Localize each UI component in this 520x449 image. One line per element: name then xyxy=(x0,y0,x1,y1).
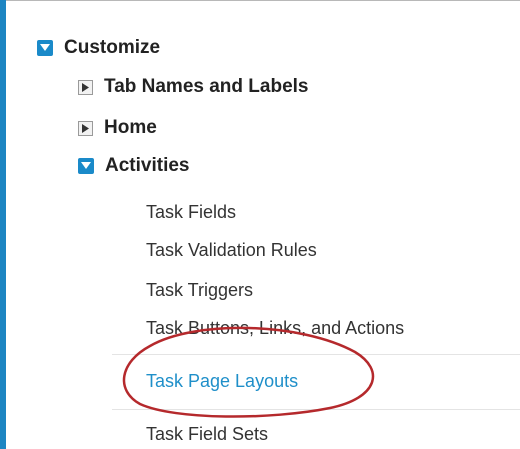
tree-item-task-triggers[interactable]: Task Triggers xyxy=(146,280,253,301)
top-divider xyxy=(0,0,520,1)
tree-item-task-fields[interactable]: Task Fields xyxy=(146,202,236,223)
tree-item-task-page-layouts[interactable]: Task Page Layouts xyxy=(146,371,298,392)
tree-item-task-buttons-links-actions[interactable]: Task Buttons, Links, and Actions xyxy=(146,318,404,339)
panel-left-border xyxy=(0,0,6,449)
tree-node-home[interactable]: Home xyxy=(78,117,157,139)
tree-node-customize[interactable]: Customize xyxy=(37,37,160,59)
tree-item-task-field-sets[interactable]: Task Field Sets xyxy=(146,424,268,445)
tree-node-label: Home xyxy=(104,117,157,138)
setup-tree-panel: Customize Tab Names and Labels Home Acti… xyxy=(0,0,520,449)
tree-node-tab-names-and-labels[interactable]: Tab Names and Labels xyxy=(78,76,309,98)
expand-icon[interactable] xyxy=(78,120,93,136)
tree-item-task-validation-rules[interactable]: Task Validation Rules xyxy=(146,240,317,261)
expand-icon[interactable] xyxy=(78,79,93,95)
tree-node-activities[interactable]: Activities xyxy=(78,155,189,177)
collapse-icon[interactable] xyxy=(78,158,94,174)
tree-node-label: Tab Names and Labels xyxy=(104,76,309,97)
tree-node-label: Customize xyxy=(64,37,161,58)
collapse-icon[interactable] xyxy=(37,40,53,56)
tree-node-label: Activities xyxy=(105,155,190,176)
